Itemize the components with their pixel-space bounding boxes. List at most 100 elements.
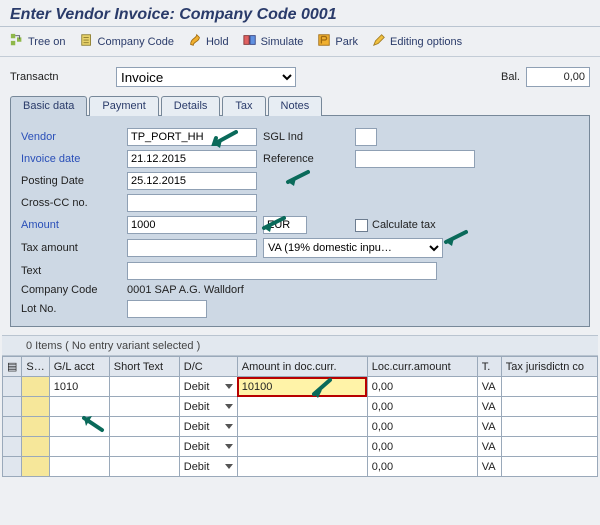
lot-no-input[interactable] bbox=[127, 300, 207, 318]
dropdown-icon bbox=[225, 444, 233, 449]
cell-amount-loc[interactable]: 0,00 bbox=[367, 457, 477, 477]
amount-label: Amount bbox=[21, 219, 121, 231]
tab-basic-data[interactable]: Basic data bbox=[10, 96, 87, 116]
posting-date-input[interactable] bbox=[127, 172, 257, 190]
calculate-tax-label: Calculate tax bbox=[372, 219, 436, 231]
table-row[interactable]: Debit 0,00VA bbox=[3, 437, 598, 457]
tree-on-label: Tree on bbox=[28, 36, 66, 48]
cell-glacct[interactable] bbox=[49, 397, 109, 417]
col-glacct[interactable]: G/L acct bbox=[49, 357, 109, 377]
cell-tax[interactable]: VA bbox=[477, 457, 501, 477]
balance-label: Bal. bbox=[501, 71, 520, 83]
cell-amount-loc[interactable]: 0,00 bbox=[367, 397, 477, 417]
cell-tax-jur[interactable] bbox=[501, 397, 597, 417]
cell-shorttext[interactable] bbox=[109, 417, 179, 437]
park-button[interactable]: Park bbox=[317, 33, 358, 50]
hold-button[interactable]: Hold bbox=[188, 33, 229, 50]
cell-tax-jur[interactable] bbox=[501, 457, 597, 477]
company-code-value: 0001 SAP A.G. Walldorf bbox=[127, 284, 579, 296]
hold-icon bbox=[188, 33, 202, 50]
invoice-date-label: Invoice date bbox=[21, 153, 121, 165]
cross-cc-input[interactable] bbox=[127, 194, 257, 212]
row-selector[interactable] bbox=[3, 377, 22, 397]
tax-amount-input[interactable] bbox=[127, 239, 257, 257]
col-status[interactable]: S… bbox=[22, 357, 49, 377]
vendor-input[interactable] bbox=[127, 128, 257, 146]
cell-dc[interactable]: Debit bbox=[179, 457, 237, 477]
cell-glacct[interactable] bbox=[49, 417, 109, 437]
transactn-select[interactable]: Invoice bbox=[116, 67, 296, 87]
company-code-label2: Company Code bbox=[21, 284, 121, 296]
row-selector[interactable] bbox=[3, 437, 22, 457]
cell-tax[interactable]: VA bbox=[477, 397, 501, 417]
cell-amount-doc[interactable] bbox=[237, 397, 367, 417]
row-handle[interactable] bbox=[22, 397, 49, 417]
cell-glacct[interactable] bbox=[49, 437, 109, 457]
table-row[interactable]: Debit 0,00VA bbox=[3, 457, 598, 477]
row-handle[interactable] bbox=[22, 417, 49, 437]
cell-glacct[interactable] bbox=[49, 457, 109, 477]
col-dc[interactable]: D/C bbox=[179, 357, 237, 377]
row-selector[interactable] bbox=[3, 397, 22, 417]
calculate-tax-checkbox[interactable] bbox=[355, 219, 368, 232]
col-amount-loc[interactable]: Loc.curr.amount bbox=[367, 357, 477, 377]
editing-options-button[interactable]: Editing options bbox=[372, 33, 462, 50]
cell-amount-doc[interactable]: 10100 bbox=[237, 377, 367, 397]
amount-input[interactable] bbox=[127, 216, 257, 234]
invoice-date-input[interactable] bbox=[127, 150, 257, 168]
tab-tax[interactable]: Tax bbox=[222, 96, 265, 116]
tab-notes[interactable]: Notes bbox=[268, 96, 323, 116]
cell-tax[interactable]: VA bbox=[477, 377, 501, 397]
currency-input[interactable] bbox=[263, 216, 307, 234]
simulate-button[interactable]: Simulate bbox=[243, 33, 304, 50]
transactn-row: Transactn Invoice Bal. 0,00 bbox=[0, 57, 600, 93]
col-tax[interactable]: T. bbox=[477, 357, 501, 377]
table-row[interactable]: 1010 Debit101000,00VA bbox=[3, 377, 598, 397]
tax-code-select[interactable]: VA (19% domestic inpu… bbox=[263, 238, 443, 258]
cell-dc[interactable]: Debit bbox=[179, 397, 237, 417]
company-code-icon bbox=[80, 33, 94, 50]
cell-shorttext[interactable] bbox=[109, 437, 179, 457]
cell-amount-doc[interactable] bbox=[237, 417, 367, 437]
cell-dc[interactable]: Debit bbox=[179, 417, 237, 437]
cell-tax[interactable]: VA bbox=[477, 417, 501, 437]
cell-shorttext[interactable] bbox=[109, 457, 179, 477]
row-selector[interactable] bbox=[3, 417, 22, 437]
dropdown-icon bbox=[225, 464, 233, 469]
cell-tax-jur[interactable] bbox=[501, 377, 597, 397]
col-tax-jur[interactable]: Tax jurisdictn co bbox=[501, 357, 597, 377]
cell-dc[interactable]: Debit bbox=[179, 377, 237, 397]
tree-on-button[interactable]: Tree on bbox=[10, 33, 66, 50]
sgl-ind-input[interactable] bbox=[355, 128, 377, 146]
cell-shorttext[interactable] bbox=[109, 397, 179, 417]
cell-amount-loc[interactable]: 0,00 bbox=[367, 417, 477, 437]
row-handle[interactable] bbox=[22, 457, 49, 477]
tab-payment[interactable]: Payment bbox=[89, 96, 158, 116]
row-selector[interactable] bbox=[3, 457, 22, 477]
row-config-header[interactable]: ▤ bbox=[3, 357, 22, 377]
row-handle[interactable] bbox=[22, 437, 49, 457]
cell-amount-loc[interactable]: 0,00 bbox=[367, 437, 477, 457]
tab-details[interactable]: Details bbox=[161, 96, 221, 116]
cell-dc[interactable]: Debit bbox=[179, 437, 237, 457]
cell-tax[interactable]: VA bbox=[477, 437, 501, 457]
cell-amount-doc[interactable] bbox=[237, 437, 367, 457]
row-handle[interactable] bbox=[22, 377, 49, 397]
cell-shorttext[interactable] bbox=[109, 377, 179, 397]
company-code-button[interactable]: Company Code bbox=[80, 33, 174, 50]
table-row[interactable]: Debit 0,00VA bbox=[3, 397, 598, 417]
cell-glacct[interactable]: 1010 bbox=[49, 377, 109, 397]
table-row[interactable]: Debit 0,00VA bbox=[3, 417, 598, 437]
col-shorttext[interactable]: Short Text bbox=[109, 357, 179, 377]
lot-no-label: Lot No. bbox=[21, 303, 121, 315]
cell-tax-jur[interactable] bbox=[501, 437, 597, 457]
reference-input[interactable] bbox=[355, 150, 475, 168]
cell-tax-jur[interactable] bbox=[501, 417, 597, 437]
dropdown-icon bbox=[225, 384, 233, 389]
cell-amount-loc[interactable]: 0,00 bbox=[367, 377, 477, 397]
grid-header-row: ▤ S… G/L acct Short Text D/C Amount in d… bbox=[3, 357, 598, 377]
col-amount-doc[interactable]: Amount in doc.curr. bbox=[237, 357, 367, 377]
text-input[interactable] bbox=[127, 262, 437, 280]
park-icon bbox=[317, 33, 331, 50]
cell-amount-doc[interactable] bbox=[237, 457, 367, 477]
